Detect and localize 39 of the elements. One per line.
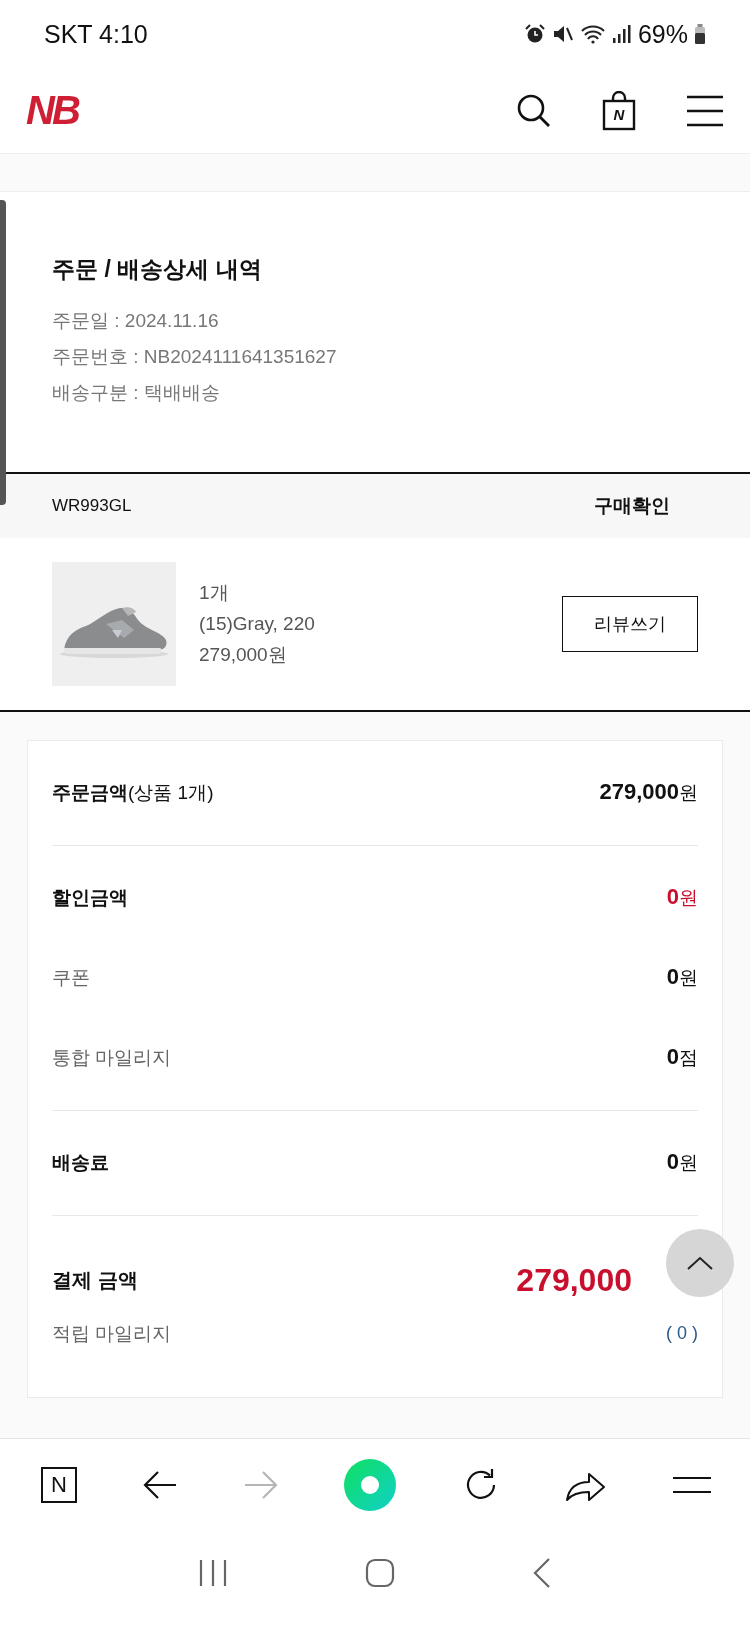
- total-label: 결제 금액: [52, 1268, 138, 1294]
- mileage-label: 적립 마일리지: [52, 1321, 172, 1346]
- write-review-button[interactable]: 리뷰쓰기: [562, 595, 698, 652]
- carrier-time: SKT 4:10: [44, 19, 148, 49]
- summary-value: 279,000원: [599, 779, 698, 807]
- product-detail: 279,000원: [199, 643, 288, 668]
- signal-icon: [611, 23, 632, 46]
- order-info-text: 주문일 : 2024.11.16: [52, 308, 220, 333]
- summary-value: 0원: [666, 964, 698, 992]
- order-info-text: 주문번호 : NB2024111641351627: [52, 344, 338, 369]
- summary-value: 0원: [666, 1149, 698, 1177]
- summary-value: 0점: [666, 1044, 698, 1072]
- order-status: 구매확인: [594, 493, 670, 518]
- recent-apps-icon[interactable]: [198, 1557, 229, 1588]
- home-button[interactable]: N: [41, 1466, 77, 1503]
- summary-label: 통합 마일리지: [52, 1045, 172, 1070]
- brand-logo[interactable]: NB: [26, 88, 78, 134]
- summary-label: 할인금액: [52, 885, 128, 910]
- order-info-text: 배송구분 : 택배배송: [52, 380, 221, 405]
- total-amount: 279,000: [516, 1262, 632, 1300]
- summary-label: 배송료: [52, 1150, 109, 1175]
- product-detail: (15)Gray, 220: [199, 612, 316, 637]
- search-icon[interactable]: [516, 92, 552, 129]
- battery-icon: [694, 23, 706, 46]
- chevron-up-icon: [686, 1254, 714, 1271]
- wifi-icon: [579, 23, 606, 46]
- summary-value: 0원: [666, 884, 698, 912]
- home-icon[interactable]: [365, 1557, 395, 1588]
- back-icon[interactable]: [531, 1556, 552, 1589]
- back-arrow-icon[interactable]: [141, 1469, 178, 1500]
- product-code: WR993GL: [52, 495, 132, 516]
- battery-percent: 69%: [637, 19, 688, 49]
- mileage-value: ( 0 ): [666, 1323, 698, 1345]
- summary-label: 쿠폰: [52, 965, 90, 990]
- menu-icon[interactable]: [686, 94, 724, 127]
- page-title: 주문 / 배송상세 내역: [52, 254, 263, 284]
- product-detail: 1개: [199, 581, 230, 606]
- menu-icon[interactable]: [671, 1474, 712, 1495]
- summary-label: 주문금액(상품 1개): [52, 780, 214, 805]
